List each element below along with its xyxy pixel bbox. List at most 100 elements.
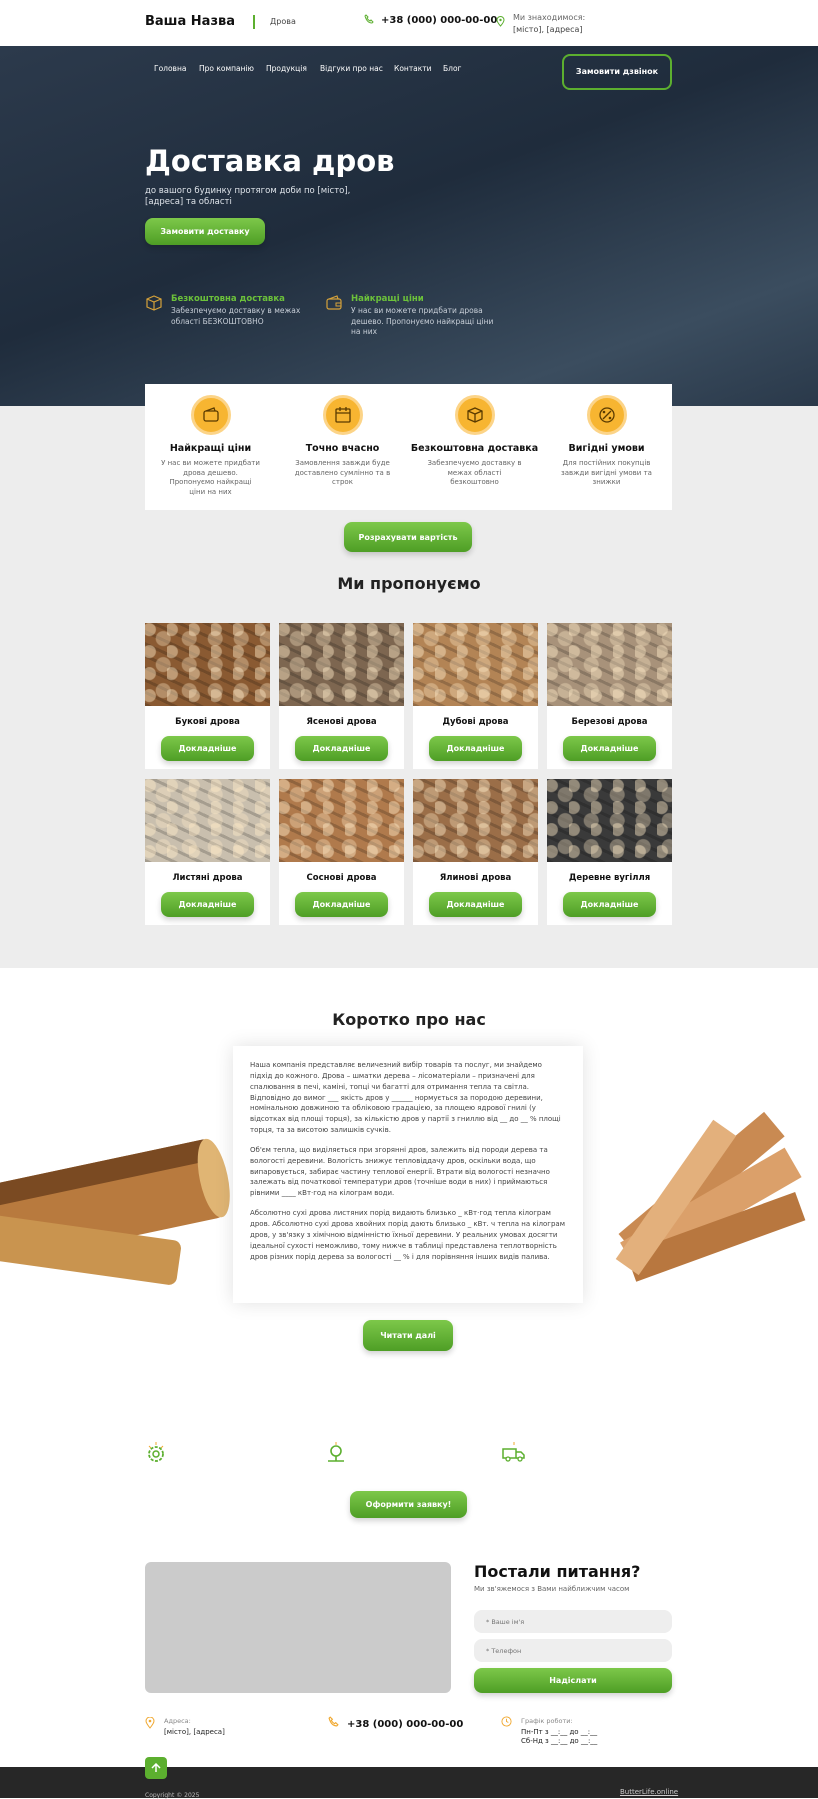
- calendar-icon: [322, 395, 363, 435]
- site-header: Ваша Назва Дрова +38 (000) 000-00-00 Ми …: [0, 0, 818, 46]
- box-icon: [145, 294, 163, 316]
- send-button[interactable]: Надіслати: [474, 1668, 672, 1693]
- feature-title: Найкращі ціни: [169, 443, 252, 454]
- product-card-charcoal: Деревне вугілля Докладніше: [547, 779, 672, 925]
- product-image[interactable]: [547, 623, 672, 706]
- product-image[interactable]: [279, 623, 404, 706]
- contact-subtitle: Ми зв'яжемося з Вами найближчим часом: [474, 1585, 630, 1593]
- location-value: [місто], [адреса]: [513, 25, 583, 34]
- feature-card: Безкоштовна доставка Забезпечуємо достав…: [409, 384, 540, 510]
- feature-desc: Забезпечуємо доставку в межах області бе…: [427, 459, 522, 487]
- product-name: Деревне вугілля: [568, 873, 651, 883]
- phone-input[interactable]: [474, 1639, 672, 1662]
- hero-section: Головна Про компанію Продукція Відгуки п…: [0, 46, 818, 406]
- call-request-button[interactable]: Замовити дзвінок: [562, 54, 672, 90]
- hero-title: Доставка дров: [145, 144, 395, 178]
- truck-icon: [502, 1440, 526, 1469]
- details-button[interactable]: Докладніше: [295, 736, 388, 761]
- details-button[interactable]: Докладніше: [295, 892, 388, 917]
- product-card-birch: Березові дрова Докладніше: [547, 623, 672, 769]
- details-button[interactable]: Докладніше: [563, 736, 656, 761]
- nav-item-contacts[interactable]: Контакти: [394, 64, 432, 73]
- product-card-beech: Букові дрова Докладніше: [145, 623, 270, 769]
- about-title: Коротко про нас: [332, 1010, 486, 1029]
- product-image[interactable]: [145, 779, 270, 862]
- log-image-right: [588, 1085, 818, 1295]
- feature-desc: Для постійних покупців завжди вигідні ум…: [561, 459, 652, 487]
- wallet-icon: [190, 395, 231, 435]
- details-button[interactable]: Докладніше: [161, 736, 254, 761]
- hero-feature-desc: Забезпечуємо доставку в межах області БЕ…: [171, 306, 301, 326]
- feature-title: Вигідні умови: [568, 443, 645, 454]
- product-image[interactable]: [413, 623, 538, 706]
- product-card-spruce: Ялинові дрова Докладніше: [413, 779, 538, 925]
- product-name: Дубові дрова: [442, 717, 509, 727]
- nav-item-home[interactable]: Головна: [154, 64, 186, 73]
- location-pin-icon: [496, 16, 505, 30]
- logo[interactable]: Ваша Назва: [145, 14, 235, 29]
- product-name: Березові дрова: [571, 717, 648, 727]
- nav-item-about[interactable]: Про компанію: [199, 64, 254, 73]
- feature-desc: Замовлення завжди буде доставлено сумлін…: [294, 459, 391, 487]
- product-name: Соснові дрова: [306, 873, 377, 883]
- contact-title: Постали питання?: [474, 1562, 641, 1581]
- about-text-box: Наша компанія представляє величезний виб…: [233, 1046, 583, 1303]
- schedule-label: Графік роботи:: [521, 1717, 573, 1725]
- address-value: [місто], [адреса]: [164, 1728, 225, 1736]
- feature-card: Вигідні умови Для постійних покупців зав…: [541, 384, 672, 510]
- name-input[interactable]: [474, 1610, 672, 1633]
- product-image[interactable]: [145, 623, 270, 706]
- box-icon: [454, 395, 495, 435]
- feature-title: Безкоштовна доставка: [410, 443, 539, 454]
- product-name: Листяні дрова: [172, 873, 243, 883]
- product-image[interactable]: [413, 779, 538, 862]
- about-paragraph: Об'єм тепла, що виділяється при згорянні…: [250, 1145, 550, 1198]
- hero-feature-title: Найкращі ціни: [351, 294, 424, 304]
- hero-feature-desc: У нас ви можете придбати дрова дешево. П…: [351, 306, 494, 336]
- footer-link[interactable]: ButterLife.online: [620, 1788, 678, 1796]
- feature-title: Точно вчасно: [305, 443, 380, 454]
- clock-icon: [501, 1716, 512, 1730]
- log-image-left: [0, 1100, 230, 1290]
- percent-icon: [586, 395, 627, 435]
- phone-icon: [328, 1716, 339, 1730]
- wallet-icon: [325, 294, 343, 316]
- map-placeholder[interactable]: [145, 1562, 451, 1693]
- feature-card: Найкращі ціни У нас ви можете придбати д…: [145, 384, 276, 510]
- offer-title: Ми пропонуємо: [337, 574, 481, 593]
- calculate-cost-button[interactable]: Розрахувати вартість: [344, 522, 472, 552]
- details-button[interactable]: Докладніше: [429, 736, 522, 761]
- tree-hand-icon: [325, 1440, 347, 1469]
- product-image[interactable]: [547, 779, 672, 862]
- nav-item-products[interactable]: Продукція: [266, 64, 307, 73]
- product-image[interactable]: [279, 779, 404, 862]
- arrow-up-icon: [151, 1763, 161, 1772]
- product-card-deciduous: Листяні дрова Докладніше: [145, 779, 270, 925]
- scroll-top-button[interactable]: [145, 1757, 167, 1779]
- product-name: Ясенові дрова: [306, 717, 377, 727]
- address-label: Адреса:: [164, 1717, 191, 1725]
- hero-subtitle: до вашого будинку протягом доби по [міст…: [145, 186, 351, 208]
- phone-icon: [364, 14, 374, 24]
- location-pin-icon: [145, 1716, 155, 1732]
- submit-order-button[interactable]: Оформити заявку!: [350, 1491, 467, 1518]
- features-panel: Найкращі ціни У нас ви можете придбати д…: [145, 384, 672, 510]
- header-phone[interactable]: +38 (000) 000-00-00: [381, 15, 497, 26]
- location-label: Ми знаходимося:: [513, 13, 586, 22]
- hero-feature-title: Безкоштовна доставка: [171, 294, 285, 304]
- contact-phone[interactable]: +38 (000) 000-00-00: [347, 1719, 463, 1730]
- site-footer: [0, 1767, 818, 1798]
- about-paragraph: Наша компанія представляє величезний виб…: [250, 1061, 561, 1135]
- product-name: Букові дрова: [175, 717, 240, 727]
- feature-card: Точно вчасно Замовлення завжди буде дост…: [277, 384, 408, 510]
- details-button[interactable]: Докладніше: [429, 892, 522, 917]
- schedule-weekend: Сб-Нд з __:__ до __:__: [521, 1737, 598, 1745]
- details-button[interactable]: Докладніше: [161, 892, 254, 917]
- nav-item-blog[interactable]: Блог: [443, 64, 461, 73]
- details-button[interactable]: Докладніше: [563, 892, 656, 917]
- nav-item-reviews[interactable]: Відгуки про нас: [320, 64, 383, 73]
- feature-desc: У нас ви можете придбати дрова дешево. П…: [161, 459, 260, 496]
- about-paragraph: Абсолютно сухі дрова листяних порід вида…: [250, 1209, 566, 1261]
- read-more-button[interactable]: Читати далі: [363, 1320, 453, 1351]
- order-delivery-button[interactable]: Замовити доставку: [145, 218, 265, 245]
